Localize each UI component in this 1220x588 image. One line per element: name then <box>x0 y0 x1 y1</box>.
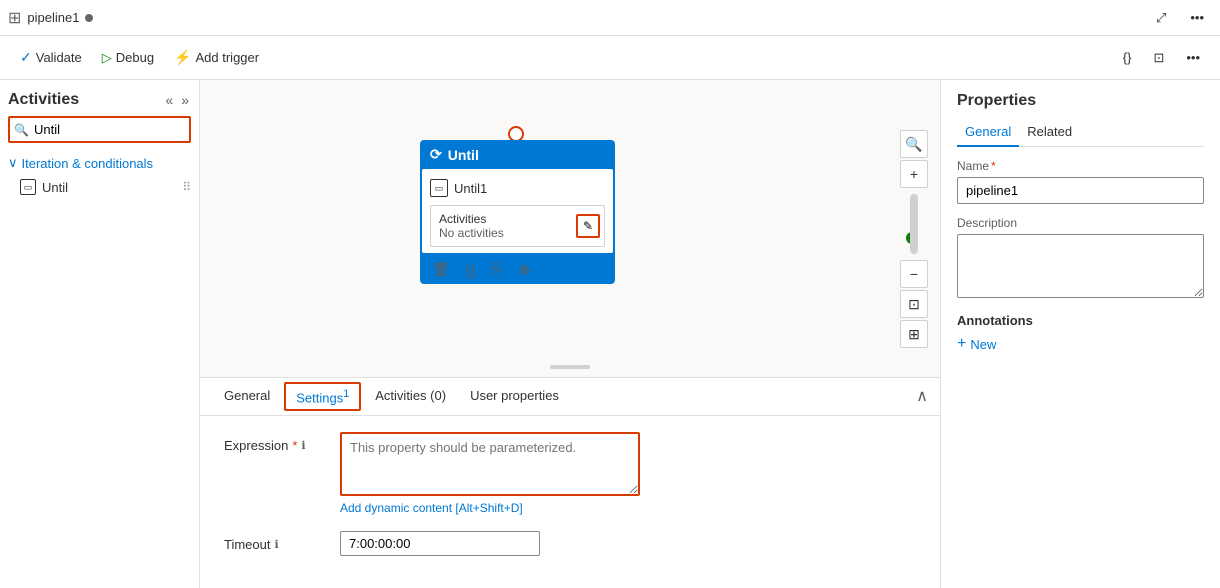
toolbar-more-button[interactable]: ••• <box>1178 46 1208 69</box>
properties-tab-related[interactable]: Related <box>1019 118 1080 147</box>
tab-general[interactable]: General <box>212 380 282 413</box>
sidebar: Activities « » 🔍 ∨ Iteration & condition… <box>0 80 200 588</box>
category-chevron: ∨ <box>8 155 18 171</box>
monitor-button[interactable]: ⊡ <box>1145 46 1172 70</box>
tab-user-properties[interactable]: User properties <box>458 380 571 413</box>
tab-activities[interactable]: Activities (0) <box>363 380 458 413</box>
copy-node-button[interactable]: ⎘ <box>487 259 506 280</box>
canvas-zoom-in-button[interactable]: + <box>900 160 928 188</box>
until-icon: ▭ <box>20 179 36 195</box>
sidebar-header: Activities « » <box>0 80 199 116</box>
sidebar-item-until[interactable]: ▭ Until ⠿ <box>0 175 199 199</box>
category-label: Iteration & conditionals <box>22 156 154 171</box>
timeout-label: Timeout ℹ <box>224 531 324 552</box>
until-node-header: ⟳ Until <box>420 140 615 169</box>
bottom-collapse-button[interactable]: ∧ <box>916 386 928 406</box>
top-bar: ⊞ pipeline1 ⤢ ••• <box>0 0 1220 36</box>
sidebar-title: Activities <box>8 91 79 109</box>
canvas-search-button[interactable]: 🔍 <box>900 130 928 158</box>
canvas-section: ⟳ Until ▭ Until1 Activities No activitie… <box>200 80 940 588</box>
drag-handle[interactable]: ⠿ <box>182 180 191 194</box>
canvas[interactable]: ⟳ Until ▭ Until1 Activities No activitie… <box>200 80 940 377</box>
until-body-icon: ▭ <box>430 179 448 197</box>
expression-info-icon[interactable]: ℹ <box>301 439 305 452</box>
inner-activities-label: Activities <box>439 212 596 226</box>
properties-title: Properties <box>941 80 1220 110</box>
dynamic-content-link[interactable]: Add dynamic content [Alt+Shift+D] <box>340 501 640 515</box>
top-bar-right: ⤢ ••• <box>1148 6 1212 30</box>
until-inner-box: Activities No activities ✎ <box>430 205 605 247</box>
pipeline-icon: ⊞ <box>8 8 21 28</box>
name-label: Name * <box>957 159 1204 173</box>
trigger-icon: ⚡ <box>174 49 191 66</box>
pipeline-name: pipeline1 <box>27 10 79 25</box>
expression-label: Expression * ℹ <box>224 432 324 453</box>
annotations-header: Annotations <box>957 313 1204 328</box>
until-node-name: ▭ Until1 <box>430 175 605 205</box>
sidebar-collapse-btn2[interactable]: » <box>179 90 191 110</box>
validate-icon: ✓ <box>20 49 32 66</box>
until-label: Until <box>42 180 68 195</box>
connect-node-button[interactable]: ⊕ <box>514 259 534 280</box>
topbar-more-button[interactable]: ••• <box>1182 6 1212 29</box>
timeout-row: Timeout ℹ <box>224 531 916 556</box>
properties-tabs: General Related <box>957 118 1204 147</box>
until-node-body: ▭ Until1 Activities No activities ✎ <box>422 169 613 253</box>
timeout-info-icon[interactable]: ℹ <box>274 538 278 551</box>
debug-icon: ▷ <box>102 50 112 66</box>
expression-required: * <box>292 438 297 453</box>
bottom-content: Expression * ℹ Add dynamic content [Alt+… <box>200 416 940 588</box>
description-textarea[interactable] <box>957 234 1204 298</box>
annotations-section: Annotations + New <box>957 313 1204 352</box>
edit-activities-button[interactable]: ✎ <box>576 214 600 238</box>
search-input[interactable] <box>8 116 191 143</box>
delete-node-button[interactable]: 🗑 <box>428 259 454 280</box>
name-input[interactable] <box>957 177 1204 204</box>
debug-button[interactable]: ▷ Debug <box>94 46 162 70</box>
tab-settings[interactable]: Settings1 <box>284 382 361 411</box>
canvas-controls: 🔍 + − ⊡ ⊞ <box>900 130 928 348</box>
timeout-input[interactable] <box>340 531 540 556</box>
expression-textarea[interactable] <box>340 432 640 496</box>
search-box: 🔍 <box>8 116 191 143</box>
new-annotation-button[interactable]: + New <box>957 336 996 352</box>
expression-row: Expression * ℹ Add dynamic content [Alt+… <box>224 432 916 515</box>
properties-panel: Properties General Related Name * Descri… <box>940 80 1220 588</box>
validate-button[interactable]: ✓ Validate <box>12 45 90 70</box>
until-header-icon: ⟳ <box>430 146 442 163</box>
inner-activities-sub: No activities <box>439 226 596 240</box>
bottom-tabs: General Settings1 Activities (0) User pr… <box>200 378 940 416</box>
expression-control: Add dynamic content [Alt+Shift+D] <box>340 432 640 515</box>
description-label: Description <box>957 216 1204 230</box>
add-trigger-button[interactable]: ⚡ Add trigger <box>166 45 267 70</box>
until-header-label: Until <box>448 147 479 163</box>
canvas-expand-button[interactable]: ⊞ <box>900 320 928 348</box>
minimap-scrollbar <box>550 365 590 369</box>
canvas-fit-button[interactable]: ⊡ <box>900 290 928 318</box>
expand-button[interactable]: ⤢ <box>1148 6 1174 30</box>
modified-indicator <box>85 14 93 22</box>
sidebar-collapse-btn1[interactable]: « <box>163 90 175 110</box>
until-node[interactable]: ⟳ Until ▭ Until1 Activities No activitie… <box>420 140 615 284</box>
timeout-control <box>340 531 640 556</box>
sidebar-category-iteration[interactable]: ∨ Iteration & conditionals <box>0 151 199 175</box>
bottom-panel: General Settings1 Activities (0) User pr… <box>200 377 940 588</box>
canvas-zoom-out-button[interactable]: − <box>900 260 928 288</box>
properties-body: Name * Description Annotations + New <box>941 147 1220 588</box>
plus-icon: + <box>957 336 966 352</box>
canvas-scroll <box>910 194 918 254</box>
code-node-button[interactable]: {} <box>462 260 479 280</box>
main-layout: Activities « » 🔍 ∨ Iteration & condition… <box>0 80 1220 588</box>
until-node-footer: 🗑 {} ⎘ ⊕ <box>420 255 615 284</box>
sidebar-header-icons: « » <box>163 90 191 110</box>
properties-tab-general[interactable]: General <box>957 118 1019 147</box>
toolbar-right: {} ⊡ ••• <box>1115 46 1208 70</box>
top-bar-left: ⊞ pipeline1 <box>8 8 93 28</box>
toolbar-left: ✓ Validate ▷ Debug ⚡ Add trigger <box>12 45 267 70</box>
toolbar: ✓ Validate ▷ Debug ⚡ Add trigger {} ⊡ ••… <box>0 36 1220 80</box>
code-view-button[interactable]: {} <box>1115 46 1140 69</box>
